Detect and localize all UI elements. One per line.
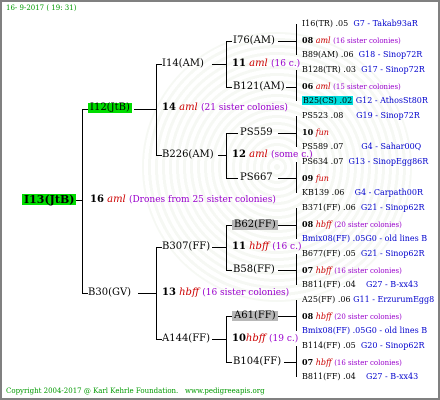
gen4-queen-a[interactable]: B114(FF) .05 (302, 341, 356, 350)
connector (156, 64, 157, 156)
connector (226, 316, 227, 363)
gen3-mating-5: 11 hbff (16 c.) (232, 241, 302, 252)
gen4-queen-a[interactable]: PS634 .07 (302, 157, 343, 166)
connector (212, 64, 226, 65)
connector (226, 362, 232, 363)
gen4-line-a: G11 - ErzurumEgg8 (353, 295, 435, 304)
connector (278, 178, 296, 179)
gen1-mating-2: 13 hbff (16 sister colonies) (162, 287, 290, 298)
connector (138, 293, 156, 294)
gen4-queen-a[interactable]: B371(FF) .06 (302, 203, 356, 212)
pedigree-page: { "header": {"date": "16- 9-2017 ( 19: 3… (0, 0, 440, 400)
gen4-line-a: G17 - Sinop72R (361, 65, 425, 74)
connector (278, 133, 296, 134)
gen2-queen-4[interactable]: A144(FF) (162, 334, 210, 344)
gen4-queen-a[interactable]: B677(FF) .05 (302, 249, 356, 258)
gen4-line-b: G4 - Carpath00R (354, 188, 424, 197)
gen4-line-b: G4 - Sahar00Q (361, 142, 422, 151)
connector (296, 70, 297, 101)
connector (226, 270, 232, 271)
gen4-queen-b[interactable]: PS589 .07 (302, 142, 343, 151)
connector (226, 41, 232, 42)
gen4-line-a: G19 - Sinop72R (356, 111, 420, 120)
connector (226, 225, 227, 271)
connector (296, 300, 297, 331)
connector (226, 41, 227, 88)
connector (134, 109, 156, 110)
gen1-queen-2[interactable]: B30(GV) (88, 288, 131, 298)
gen3-queen-4[interactable]: PS667 (240, 173, 273, 183)
gen3-queen-8[interactable]: B104(FF) (233, 357, 281, 367)
root-queen[interactable]: I13(JtB) (22, 194, 77, 205)
connector (226, 133, 238, 134)
gen2-mating-4: 10hbff (19 c.) (232, 333, 299, 344)
gen3-queen-2[interactable]: B121(AM) (233, 82, 285, 92)
gen1-mating-1: 14 aml (21 sister colonies) (162, 102, 288, 113)
connector (286, 87, 296, 88)
gen4-line-b: G27 - B-xx43 (365, 372, 419, 381)
gen1-queen-1[interactable]: I12(JtB) (88, 103, 132, 113)
gen4-queen-b[interactable]: Bmix08(FF) .05G0 - old lines B (302, 326, 427, 335)
connector (284, 362, 296, 363)
gen4-line-a: G13 - SinopEgg86R (348, 157, 429, 166)
connector (226, 133, 227, 179)
gen4-line-b: G12 - AthosSt80R (355, 96, 428, 105)
connector (212, 247, 226, 248)
gen4-queen-a[interactable]: I16(TR) .05 (302, 19, 348, 28)
copyright: Copyright 2004-2017 @ Karl Kehrle Founda… (6, 387, 265, 395)
gen3-queen-3[interactable]: PS559 (240, 128, 273, 138)
connector (278, 270, 296, 271)
connector (296, 346, 297, 377)
gen4-line-a: G7 - Takab93aR (353, 19, 418, 28)
gen4-line-b: G27 - B-xx43 (365, 280, 419, 289)
gen2-queen-1[interactable]: I14(AM) (162, 59, 204, 69)
gen4-line-a: G21 - Sinop62R (360, 203, 425, 212)
connector (278, 41, 296, 42)
gen4-queen-b[interactable]: B89(AM) .06 (302, 50, 354, 59)
connector (296, 208, 297, 239)
gen4-queen-b[interactable]: B25(CS) .02 (302, 96, 354, 105)
gen4-queen-b[interactable]: B811(FF) .04 (302, 372, 356, 381)
gen3-queen-7[interactable]: A61(FF) (232, 311, 278, 321)
gen4-line-b: G18 - Sinop72R (358, 50, 423, 59)
connector (296, 162, 297, 193)
gen4-line-a: G21 - Sinop62R (360, 249, 425, 258)
gen2-queen-2[interactable]: B226(AM) (162, 150, 214, 160)
gen4-queen-b[interactable]: KB139 .06 (302, 188, 344, 197)
gen3-queen-5[interactable]: B62(FF) (232, 220, 278, 230)
connector (226, 87, 232, 88)
gen3-queen-6[interactable]: B58(FF) (233, 265, 275, 275)
gen2-queen-3[interactable]: B307(FF) (162, 242, 210, 252)
connector (82, 109, 83, 294)
connector (226, 178, 238, 179)
connector (156, 247, 157, 340)
gen2-mating-2: 12 aml (some c.) (232, 149, 313, 160)
gen4-queen-a[interactable]: B128(TR) .03 (302, 65, 356, 74)
connector (278, 316, 296, 317)
root-mating: 16 aml (Drones from 25 sister colonies) (90, 194, 276, 205)
date-stamp: 16- 9-2017 ( 19: 31) (6, 4, 77, 12)
gen3-mating-1: 11 aml (16 c.) (232, 58, 301, 69)
connector (296, 116, 297, 147)
connector (278, 225, 296, 226)
connector (212, 339, 226, 340)
gen4-queen-b[interactable]: B811(FF) .04 (302, 280, 356, 289)
gen4-queen-a[interactable]: PS523 .08 (302, 111, 343, 120)
gen4-line-a: G20 - Sinop62R (360, 341, 425, 350)
connector (218, 155, 226, 156)
connector (296, 24, 297, 55)
gen3-queen-1[interactable]: I76(AM) (233, 36, 275, 46)
gen4-queen-a[interactable]: A25(FF) .06 (302, 295, 351, 304)
gen4-queen-b[interactable]: Bmix08(FF) .05G0 - old lines B (302, 234, 427, 243)
connector (296, 254, 297, 285)
